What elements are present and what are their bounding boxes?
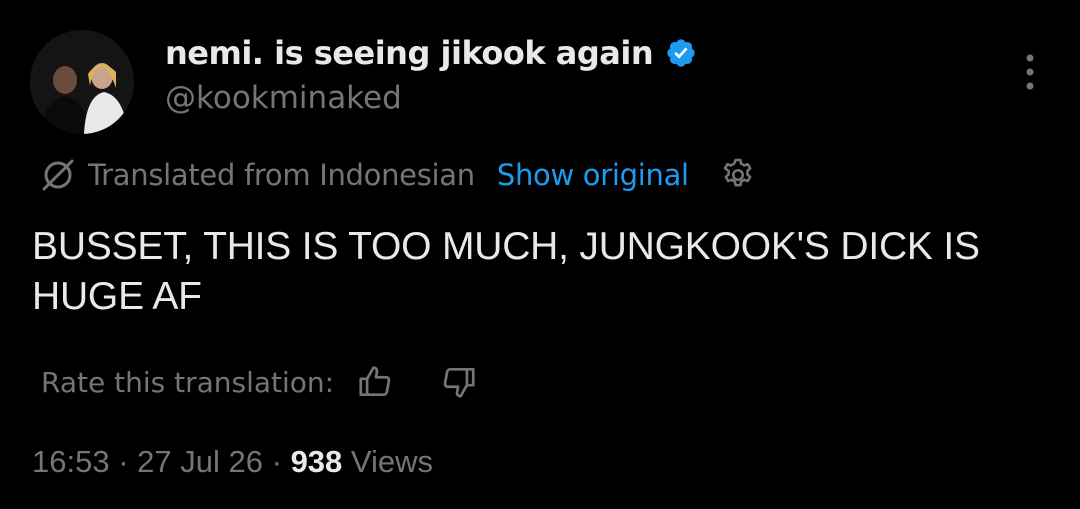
translate-icon [42, 159, 74, 191]
rate-translation-label: Rate this translation: [41, 365, 335, 399]
tweet-meta: 16:53 · 27 Jul 26 · 938 Views [32, 444, 433, 480]
thumbs-up-icon[interactable] [356, 363, 394, 401]
rate-translation-row: Rate this translation: [41, 362, 478, 402]
separator: · [118, 444, 129, 479]
translation-bar: Translated from Indonesian Show original [40, 156, 757, 194]
avatar[interactable] [30, 30, 134, 134]
tweet-date[interactable]: 27 Jul 26 [137, 444, 263, 479]
views-count: 938 [290, 444, 343, 479]
handle[interactable]: @kookminaked [165, 80, 402, 116]
gear-icon[interactable] [719, 156, 757, 194]
tweet-text: BUSSET, THIS IS TOO MUCH, JUNGKOOK'S DIC… [32, 225, 980, 318]
more-vertical-icon[interactable] [1020, 52, 1040, 92]
show-original-link[interactable]: Show original [497, 158, 689, 192]
views-label: Views [350, 444, 434, 479]
separator: · [271, 444, 282, 479]
thumbs-down-icon[interactable] [440, 363, 478, 401]
translated-from-label: Translated from Indonesian [88, 158, 475, 192]
tweet-time[interactable]: 16:53 [32, 444, 110, 479]
display-name[interactable]: nemi. is seeing jikook again [165, 34, 654, 72]
display-name-row[interactable]: nemi. is seeing jikook again [165, 34, 697, 72]
verified-badge-icon [667, 39, 695, 67]
